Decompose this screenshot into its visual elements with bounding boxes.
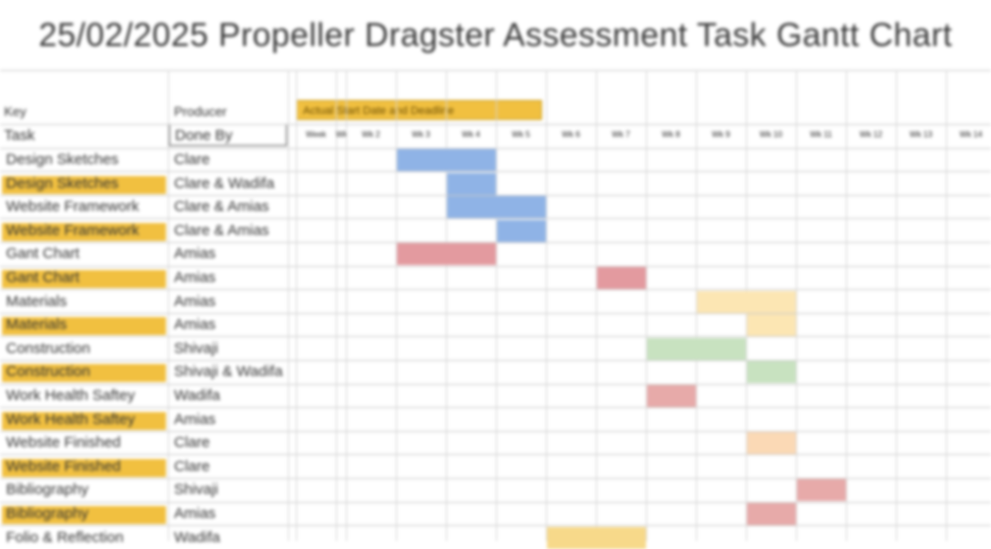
task-owner: Clare: [174, 458, 210, 475]
task-owner: Amias: [174, 245, 216, 262]
task-owner: Amias: [174, 269, 216, 286]
gantt-bar: [747, 432, 796, 454]
task-name: Website Framework: [6, 222, 140, 239]
task-owner: Shivaji: [174, 340, 219, 357]
task-name: Materials: [6, 293, 67, 310]
week-header: Wk 1: [336, 130, 346, 139]
task-owner: Wadifa: [174, 387, 221, 404]
week-header: Wk 10: [759, 130, 783, 139]
task-name: Website Finished: [6, 434, 121, 451]
gantt-bar: [647, 385, 696, 407]
gantt-bar: [497, 220, 546, 242]
week-header: Wk 13: [909, 130, 933, 139]
gantt-bar: [397, 243, 496, 265]
task-name: Materials: [6, 316, 67, 333]
gantt-bar: [447, 173, 496, 195]
task-name: Design Sketches: [6, 175, 119, 192]
task-header: Task: [4, 127, 35, 144]
gantt-bar: [797, 479, 846, 501]
task-name: Gant Chart: [6, 245, 80, 262]
week-header: Wk 11: [809, 130, 833, 139]
task-owner: Amias: [174, 411, 216, 428]
column-divider: [288, 70, 289, 541]
task-name: Folio & Reflection: [6, 529, 124, 546]
week-header: Wk 6: [561, 130, 581, 139]
week-header: Wk 9: [711, 130, 731, 139]
gantt-bar: [597, 267, 646, 289]
task-owner: Clare: [174, 434, 210, 451]
gantt-bar: [747, 361, 796, 383]
gantt-bar: [397, 149, 496, 171]
task-name: Construction: [6, 363, 91, 380]
week-header: Wk 8: [661, 130, 681, 139]
gantt-bar: [547, 527, 646, 549]
legend-actual-dates: Actual Start Date and Deadline: [296, 100, 542, 120]
task-owner: Clare & Amias: [174, 198, 270, 215]
gantt-bar: [747, 314, 796, 336]
week-header: Week: [305, 130, 327, 139]
task-owner: Amias: [174, 316, 216, 333]
task-owner: Wadifa: [174, 529, 221, 546]
gantt-bar: [747, 503, 796, 525]
week-header: Wk 7: [611, 130, 631, 139]
gantt-bar: [647, 338, 746, 360]
week-header: Wk 14: [959, 130, 983, 139]
week-header: Wk 5: [511, 130, 531, 139]
task-name: Website Framework: [6, 198, 140, 215]
done-by-header: Done By: [175, 127, 233, 144]
gantt-bar: [447, 196, 546, 218]
task-owner: Amias: [174, 505, 216, 522]
producer-label: Producer: [174, 104, 227, 119]
task-name: Work Health Saftey: [6, 411, 135, 428]
task-name: Gant Chart: [6, 269, 80, 286]
column-divider: [168, 70, 169, 541]
week-header: Wk 3: [411, 130, 431, 139]
week-header: Wk 12: [859, 130, 883, 139]
task-owner: Amias: [174, 293, 216, 310]
task-name: Design Sketches: [6, 151, 119, 168]
task-name: Bibliography: [6, 481, 89, 498]
task-name: Website Finished: [6, 458, 121, 475]
task-owner: Clare: [174, 151, 210, 168]
key-label: Key: [4, 104, 27, 119]
task-owner: Shivaji: [174, 481, 219, 498]
task-name: Construction: [6, 340, 91, 357]
task-name: Work Health Saftey: [6, 387, 135, 404]
week-header: Wk 2: [361, 130, 381, 139]
task-name: Bibliography: [6, 505, 89, 522]
task-owner: Shivaji & Wadifa: [174, 363, 283, 380]
chart-title: 25/02/2025 Propeller Dragster Assessment…: [38, 16, 953, 53]
spreadsheet-canvas: 25/02/2025 Propeller Dragster Assessment…: [0, 0, 991, 549]
gantt-bar: [697, 291, 796, 313]
task-owner: Clare & Amias: [174, 222, 270, 239]
task-owner: Clare & Wadifa: [174, 175, 275, 192]
week-header: Wk 4: [461, 130, 481, 139]
